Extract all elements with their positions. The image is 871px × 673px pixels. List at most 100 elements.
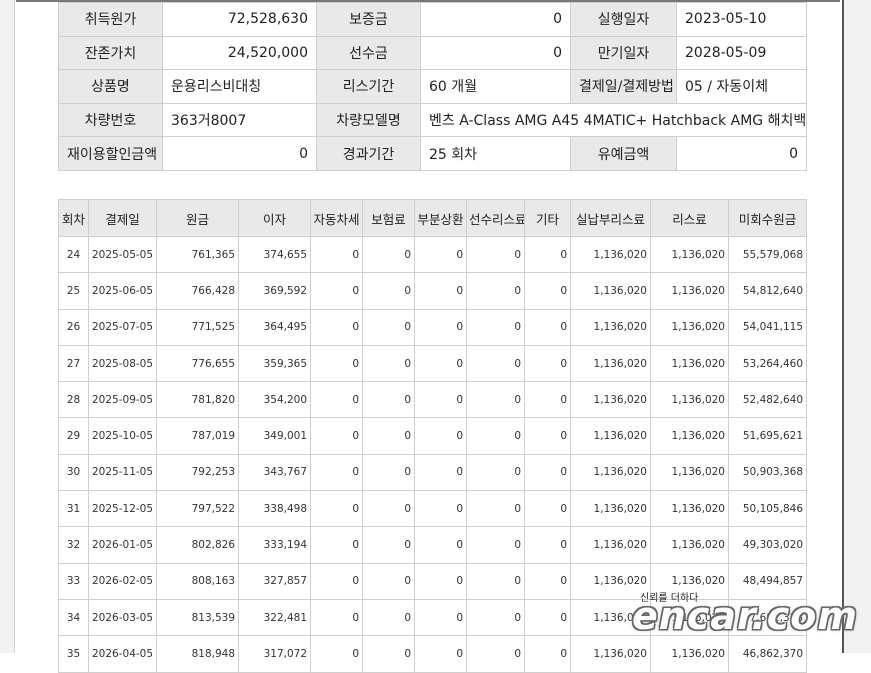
schedule-cell: 0 [310,490,363,528]
schedule-cell: 364,495 [238,308,311,346]
schedule-cell: 0 [362,526,415,564]
schedule-cell: 776,655 [156,344,239,383]
schedule-column-header: 리스료 [650,199,729,237]
viewer-right-margin [842,0,871,653]
schedule-cell: 46,862,370 [728,635,807,673]
schedule-cell: 349,001 [238,417,311,455]
info-row: 잔존가치 24,520,000 선수금 0 만기일자 2028-05-09 [58,35,807,71]
schedule-cell: 0 [310,308,363,346]
schedule-cell: 1,136,020 [650,308,729,346]
schedule-row: 26 2025-07-05 771,525 364,495 0 0 0 0 0 1,136,020… [58,308,807,346]
schedule-cell: 0 [310,453,363,492]
schedule-cell: 1,136,020 [650,526,729,564]
info-label: 잔존가치 [58,35,163,71]
schedule-cell: 808,163 [156,562,239,600]
info-row: 상품명 운용리스비대칭 리스기간 60 개월 결제일/결제방법 05 / 자동이체 [58,69,807,104]
schedule-cell: 50,105,846 [728,490,807,528]
schedule-cell: 771,525 [156,308,239,346]
info-label: 경과기간 [316,136,421,171]
schedule-cell: 802,826 [156,526,239,564]
schedule-cell: 813,539 [156,598,239,637]
schedule-row: 30 2025-11-05 792,253 343,767 0 0 0 0 0 1,136,020… [58,453,807,492]
schedule-header-row: 회차 결제일 원금 이자 자동차세 보험료 부분상환 선수리스료 기타 실납부리스료 리스료 미회수원… [58,199,807,237]
schedule-cell: 333,194 [238,526,311,564]
schedule-cell: 322,481 [238,598,311,637]
schedule-cell: 0 [414,598,467,637]
schedule-cell: 51,695,621 [728,417,807,455]
schedule-cell: 24 [58,235,89,274]
info-label: 선수금 [316,35,421,71]
schedule-cell: 766,428 [156,272,239,310]
schedule-cell: 1,136,020 [650,235,729,274]
schedule-cell: 0 [414,308,467,346]
schedule-cell: 0 [310,235,363,274]
schedule-cell: 50,903,368 [728,453,807,492]
schedule-cell: 0 [524,235,571,274]
schedule-cell: 1,136,020 [570,490,651,528]
schedule-cell: 0 [466,562,525,600]
schedule-row: 27 2025-08-05 776,655 359,365 0 0 0 0 0 1,136,020… [58,344,807,383]
schedule-cell: 0 [466,598,525,637]
schedule-cell: 0 [414,235,467,274]
schedule-cell: 0 [466,417,525,455]
schedule-cell: 1,136,020 [650,417,729,455]
schedule-row: 29 2025-10-05 787,019 349,001 0 0 0 0 0 1,136,020… [58,417,807,455]
schedule-cell: 1,136,020 [650,344,729,383]
schedule-cell: 0 [524,490,571,528]
schedule-cell: 53,264,460 [728,344,807,383]
schedule-cell: 0 [414,272,467,310]
schedule-cell: 1,136,020 [650,381,729,419]
info-label: 보증금 [316,2,421,37]
schedule-column-header: 선수리스료 [466,199,525,237]
info-value: 05 / 자동이체 [676,69,807,104]
info-value: 24,520,000 [162,35,317,71]
schedule-cell: 2025-07-05 [88,308,157,346]
schedule-cell: 31 [58,490,89,528]
info-label: 재이용할인금액 [58,136,163,171]
schedule-cell: 29 [58,417,89,455]
schedule-column-header: 이자 [238,199,311,237]
info-value: 363거8007 [162,102,317,138]
schedule-cell: 0 [310,562,363,600]
schedule-cell: 0 [362,308,415,346]
schedule-cell: 32 [58,526,89,564]
schedule-cell: 2025-05-05 [88,235,157,274]
info-label: 차량모델명 [316,102,421,138]
schedule-cell: 359,365 [238,344,311,383]
info-row: 재이용할인금액 0 경과기간 25 회차 유예금액 0 [58,136,807,171]
info-value: 0 [420,2,571,37]
schedule-cell: 0 [362,417,415,455]
schedule-cell: 0 [362,598,415,637]
info-row: 차량번호 363거8007 차량모델명 벤츠 A-Class AMG A45 4MAT… [58,102,807,138]
lease-info-table: 취득원가 72,528,630 보증금 0 실행일자 2023-05-10 잔존가치 24,5… [58,2,807,171]
schedule-cell: 30 [58,453,89,492]
schedule-cell: 1,136,020 [570,526,651,564]
schedule-cell: 0 [414,526,467,564]
schedule-cell: 0 [524,453,571,492]
schedule-cell: 0 [466,308,525,346]
schedule-cell: 0 [310,598,363,637]
schedule-cell: 0 [524,272,571,310]
schedule-column-header: 원금 [156,199,239,237]
schedule-cell: 1,136,020 [650,272,729,310]
schedule-cell: 0 [362,635,415,673]
schedule-cell: 0 [466,526,525,564]
schedule-cell: 0 [524,381,571,419]
schedule-cell: 0 [524,598,571,637]
schedule-cell: 792,253 [156,453,239,492]
info-row: 취득원가 72,528,630 보증금 0 실행일자 2023-05-10 [58,2,807,37]
schedule-cell: 2025-08-05 [88,344,157,383]
schedule-cell: 0 [310,417,363,455]
schedule-row: 35 2026-04-05 818,948 317,072 0 0 0 0 0 1,136,020… [58,635,807,673]
schedule-column-header: 실납부리스료 [570,199,651,237]
schedule-cell: 374,655 [238,235,311,274]
schedule-cell: 787,019 [156,417,239,455]
schedule-cell: 2026-02-05 [88,562,157,600]
schedule-column-header: 자동차세 [310,199,363,237]
info-value: 2023-05-10 [676,2,807,37]
schedule-cell: 2026-04-05 [88,635,157,673]
schedule-column-header: 기타 [524,199,571,237]
schedule-cell: 0 [466,635,525,673]
schedule-column-header: 미회수원금 [728,199,807,237]
schedule-cell: 1,136,020 [570,235,651,274]
